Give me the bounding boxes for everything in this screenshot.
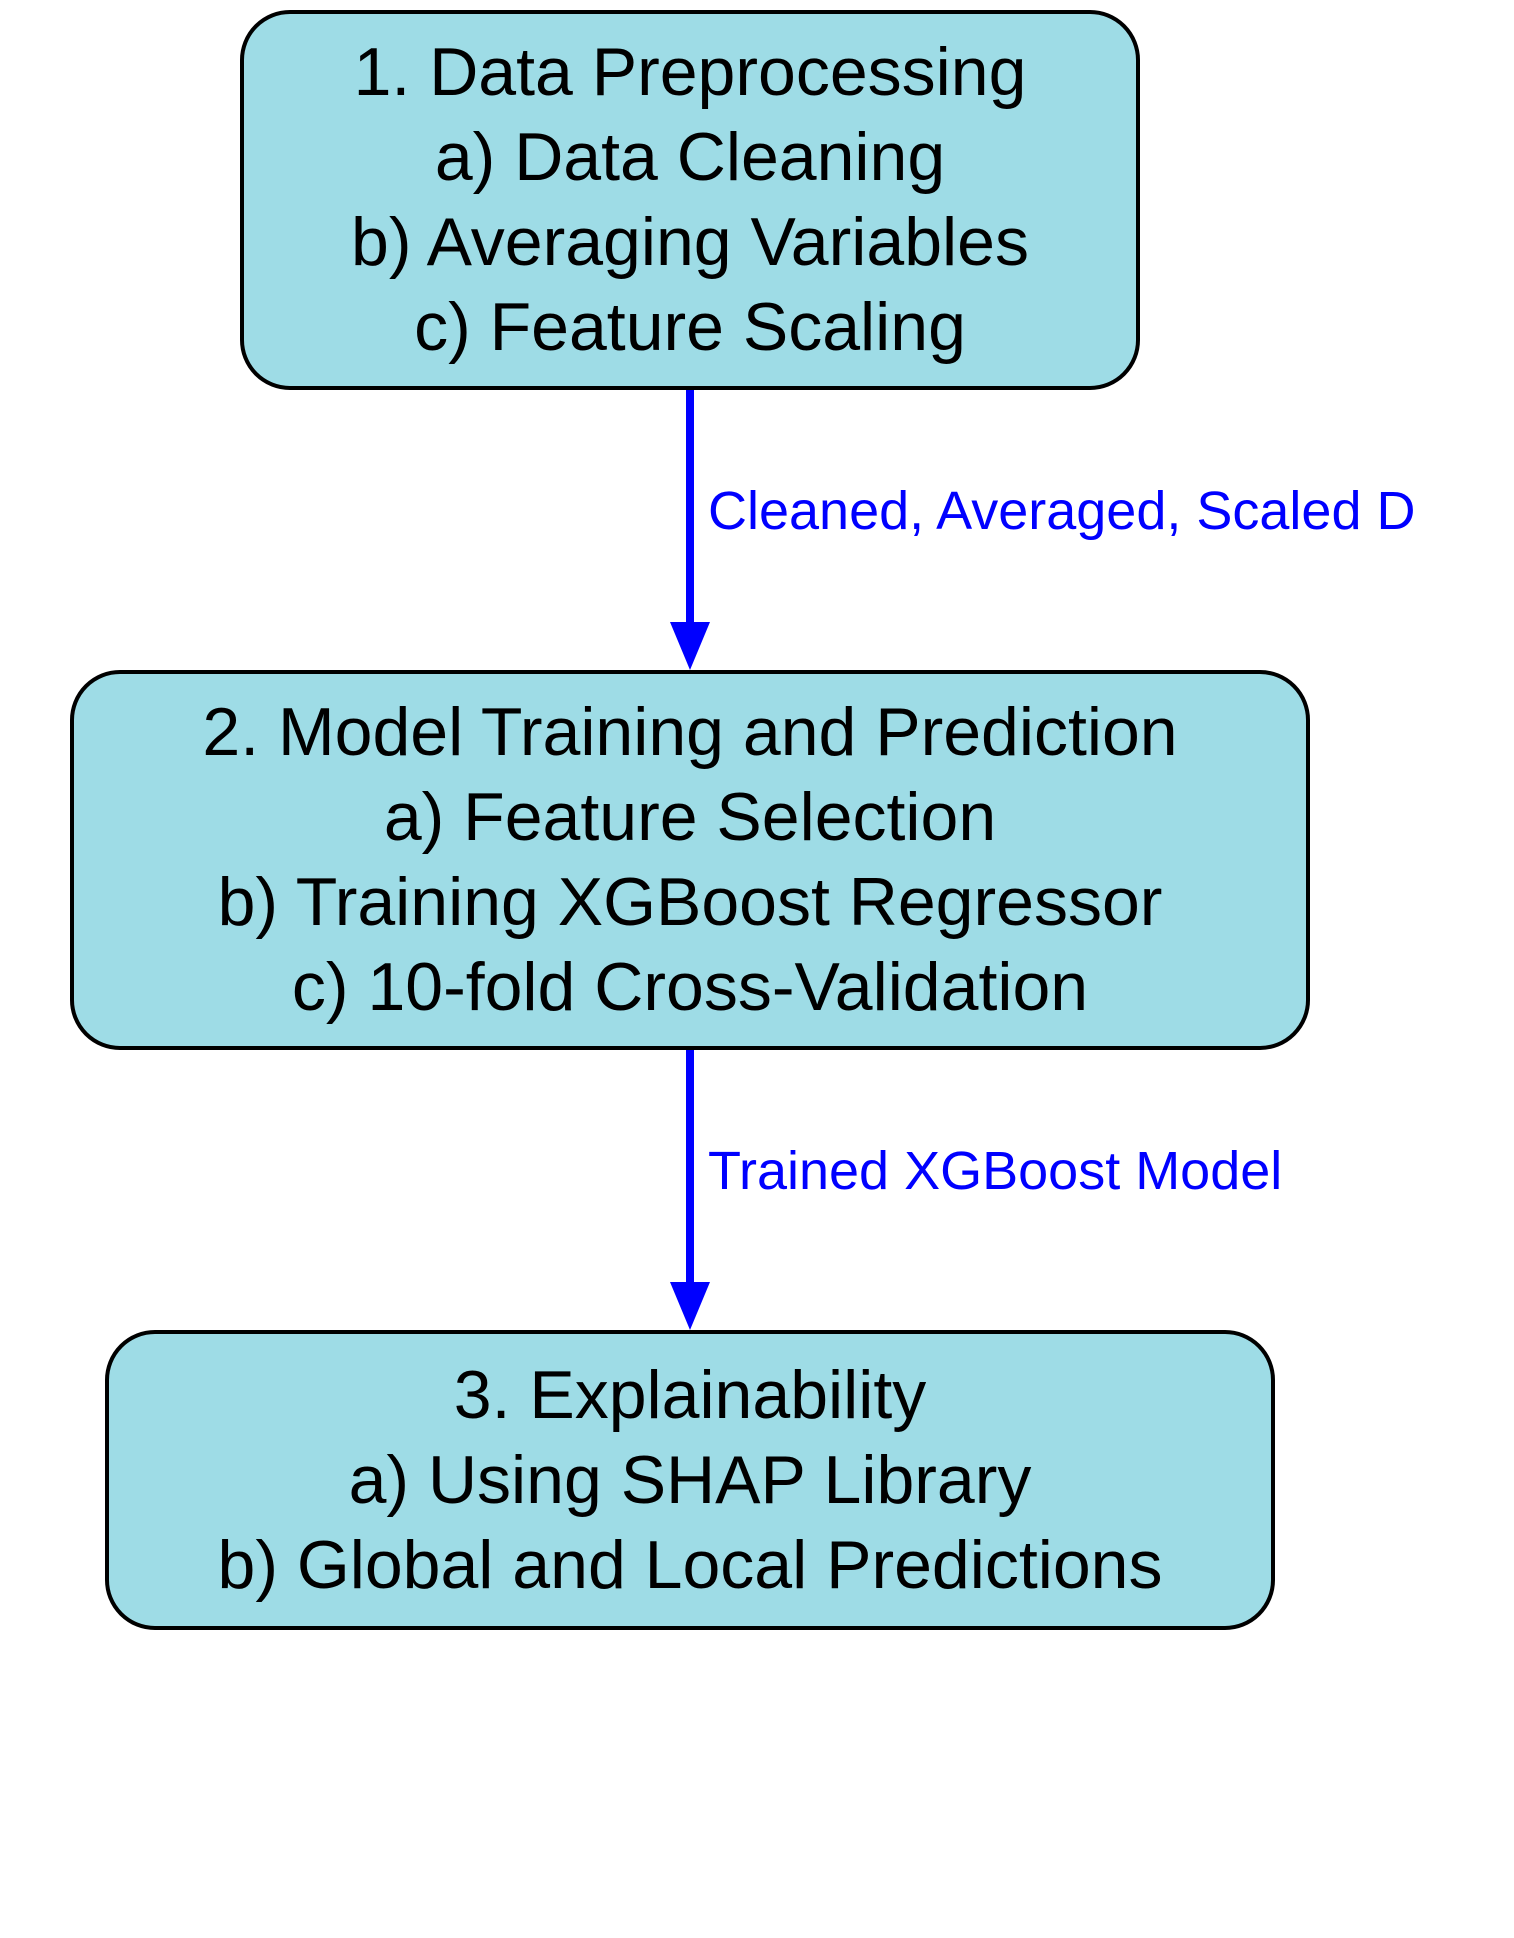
- node-training-title: 2. Model Training and Prediction: [202, 690, 1177, 775]
- node-training-item-b: b) Training XGBoost Regressor: [218, 860, 1163, 945]
- node-preprocessing-title: 1. Data Preprocessing: [354, 30, 1027, 115]
- node-explainability-item-a: a) Using SHAP Library: [349, 1438, 1032, 1523]
- node-training-item-a: a) Feature Selection: [384, 775, 996, 860]
- edge-label-1: Cleaned, Averaged, Scaled D: [708, 480, 1415, 542]
- node-explainability-title: 3. Explainability: [454, 1353, 926, 1438]
- node-preprocessing: 1. Data Preprocessing a) Data Cleaning b…: [240, 10, 1140, 390]
- node-explainability-item-b: b) Global and Local Predictions: [218, 1523, 1163, 1608]
- node-preprocessing-item-b: b) Averaging Variables: [351, 200, 1029, 285]
- node-training: 2. Model Training and Prediction a) Feat…: [70, 670, 1310, 1050]
- node-preprocessing-item-c: c) Feature Scaling: [414, 285, 966, 370]
- node-preprocessing-item-a: a) Data Cleaning: [435, 115, 945, 200]
- node-training-item-c: c) 10-fold Cross-Validation: [292, 945, 1088, 1030]
- arrow-training-to-explainability: [670, 1050, 710, 1330]
- edge-label-2: Trained XGBoost Model: [708, 1140, 1282, 1202]
- arrow-preprocessing-to-training: [670, 390, 710, 670]
- node-explainability: 3. Explainability a) Using SHAP Library …: [105, 1330, 1275, 1630]
- flowchart-canvas: 1. Data Preprocessing a) Data Cleaning b…: [0, 0, 1514, 1938]
